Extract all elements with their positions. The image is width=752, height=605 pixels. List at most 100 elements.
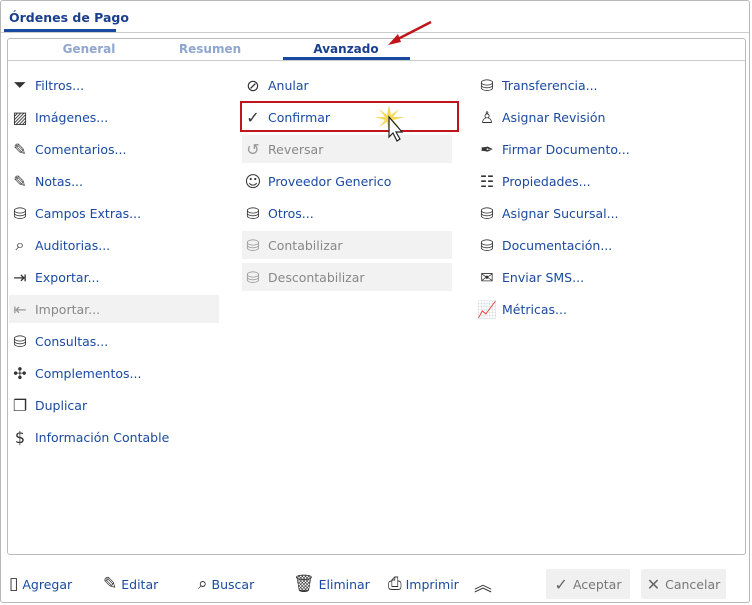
menu-item-label: Comentarios...	[35, 141, 127, 157]
filter-icon: ⏷	[13, 75, 27, 94]
menu-item-label: Descontabilizar	[268, 269, 365, 285]
search-button[interactable]: ⌕ Buscar	[198, 569, 254, 599]
window-title[interactable]: Órdenes de Pago	[9, 10, 129, 25]
menu-item[interactable]: ✎ Notas...	[9, 167, 219, 195]
delete-label: Eliminar	[318, 576, 370, 592]
menu-item[interactable]: ⊘ Anular	[242, 71, 452, 99]
edit-button[interactable]: ✎ Editar	[103, 569, 158, 599]
menu-item-label: Proveedor Generico	[268, 173, 392, 189]
add-button[interactable]: ▯ Agregar	[9, 569, 72, 599]
stamp-icon: ♙	[479, 107, 495, 127]
cursor-click-icon	[375, 105, 405, 142]
menu-item[interactable]: ↺ Reversar	[242, 135, 452, 163]
database-icon: ⛁	[13, 203, 27, 223]
menu-item[interactable]: ✎ Comentarios...	[9, 135, 219, 163]
collapse-chevrons-icon[interactable]: ︽	[474, 569, 492, 599]
add-document-icon: ▯	[9, 574, 19, 594]
menu-item[interactable]: ⛁ Asignar Sucursal...	[476, 199, 686, 227]
divider	[1, 32, 749, 33]
menu-item-label: Propiedades...	[502, 173, 591, 189]
database-icon: ⛁	[13, 331, 27, 351]
clipboard-edit-icon: ✎	[13, 171, 27, 191]
menu-item[interactable]: ✒ Firmar Documento...	[476, 135, 686, 163]
audit-icon: ⌕	[15, 235, 25, 254]
print-button[interactable]: ⎙ Imprimir	[388, 569, 459, 599]
check-icon: ✓	[554, 574, 568, 594]
delete-button[interactable]: 🗑 Eliminar	[293, 569, 370, 599]
document-undo-icon: ↺	[246, 139, 260, 159]
tab-resumen[interactable]: Resumen	[147, 42, 273, 56]
menu-item-label: Firmar Documento...	[502, 141, 630, 157]
database-export-icon: ⇥	[13, 267, 27, 287]
menu-item-label: Métricas...	[502, 301, 567, 317]
menu-item-label: Asignar Revisión	[502, 109, 606, 125]
menu-item-label: Documentación...	[502, 237, 613, 253]
menu-item-label: Información Contable	[35, 429, 170, 445]
menu-item-label: Complementos...	[35, 365, 142, 381]
database-icon: ⛁	[246, 235, 260, 255]
database-icon: ⛁	[480, 235, 494, 255]
menu-item-label: Consultas...	[35, 333, 109, 349]
dialog-window: Órdenes de Pago General Resumen Avanzado…	[0, 0, 750, 603]
menu-item[interactable]: ✣ Complementos...	[9, 359, 219, 387]
menu-item[interactable]: ⇥ Exportar...	[9, 263, 219, 291]
highlight-box	[240, 101, 459, 132]
menu-item[interactable]: ⛁ Documentación...	[476, 231, 686, 259]
accept-label: Aceptar	[572, 576, 622, 592]
user-circle-icon: ☺	[244, 171, 262, 191]
edit-icon: ✎	[103, 574, 118, 594]
edit-label: Editar	[121, 576, 159, 592]
menu-item[interactable]: ❐ Duplicar	[9, 391, 219, 419]
menu-item-label: Exportar...	[35, 269, 100, 285]
chart-icon: 📈	[477, 299, 497, 319]
menu-item[interactable]: ♙ Asignar Revisión	[476, 103, 686, 131]
cancel-button[interactable]: ✕ Cancelar	[641, 569, 726, 599]
accept-button[interactable]: ✓ Aceptar	[546, 569, 630, 599]
image-icon: ▨	[12, 107, 28, 127]
menu-item[interactable]: ⇤ Importar...	[9, 295, 219, 323]
add-label: Agregar	[22, 576, 73, 592]
active-tab-indicator	[283, 57, 410, 60]
menu-item-label: Reversar	[268, 141, 324, 157]
database-icon: ⛁	[480, 203, 494, 223]
search-label: Buscar	[211, 576, 255, 592]
menu-item[interactable]: ⛁ Contabilizar	[242, 231, 452, 259]
menu-item[interactable]: ⏷ Filtros...	[9, 71, 219, 99]
puzzle-icon: ✣	[13, 363, 27, 383]
clipboard-edit-icon: ✎	[13, 139, 27, 159]
trash-icon: 🗑	[293, 574, 315, 594]
menu-item[interactable]: ⛁ Campos Extras...	[9, 199, 219, 227]
menu-item-label: Transferencia...	[502, 77, 598, 93]
database-icon: ⛁	[246, 267, 260, 287]
menu-item[interactable]: ⌕ Auditorias...	[9, 231, 219, 259]
menu-item-label: Filtros...	[35, 77, 85, 93]
database-icon: ⛁	[246, 203, 260, 223]
menu-item[interactable]: ⛁ Consultas...	[9, 327, 219, 355]
properties-icon: ☷	[479, 171, 495, 191]
menu-item[interactable]: ⛁ Otros...	[242, 199, 452, 227]
print-label: Imprimir	[405, 576, 459, 592]
menu-item-label: Otros...	[268, 205, 314, 221]
menu-item[interactable]: ✉ Enviar SMS...	[476, 263, 686, 291]
menu-item-label: Contabilizar	[268, 237, 343, 253]
menu-item[interactable]: ☺ Proveedor Generico	[242, 167, 452, 195]
menu-item-label: Auditorias...	[35, 237, 111, 253]
database-import-icon: ⇤	[13, 299, 27, 319]
pen-icon: ✒	[480, 139, 494, 159]
database-icon: ⛁	[480, 75, 494, 95]
search-icon: ⌕	[198, 574, 208, 594]
menu-item[interactable]: $ Información Contable	[9, 423, 219, 451]
tab-general[interactable]: General	[26, 42, 152, 56]
cancel-label: Cancelar	[665, 576, 721, 592]
menu-item[interactable]: ⛁ Descontabilizar	[242, 263, 452, 291]
menu-item-label: Anular	[268, 77, 309, 93]
menu-item[interactable]: ⛁ Transferencia...	[476, 71, 686, 99]
menu-item-label: Notas...	[35, 173, 83, 189]
annotation-arrow-icon	[388, 20, 432, 45]
menu-item[interactable]: 📈 Métricas...	[476, 295, 686, 323]
document-cancel-icon: ⊘	[246, 75, 260, 95]
close-icon: ✕	[646, 574, 661, 594]
menu-item-label: Enviar SMS...	[502, 269, 585, 285]
menu-item[interactable]: ☷ Propiedades...	[476, 167, 686, 195]
menu-item[interactable]: ▨ Imágenes...	[9, 103, 219, 131]
